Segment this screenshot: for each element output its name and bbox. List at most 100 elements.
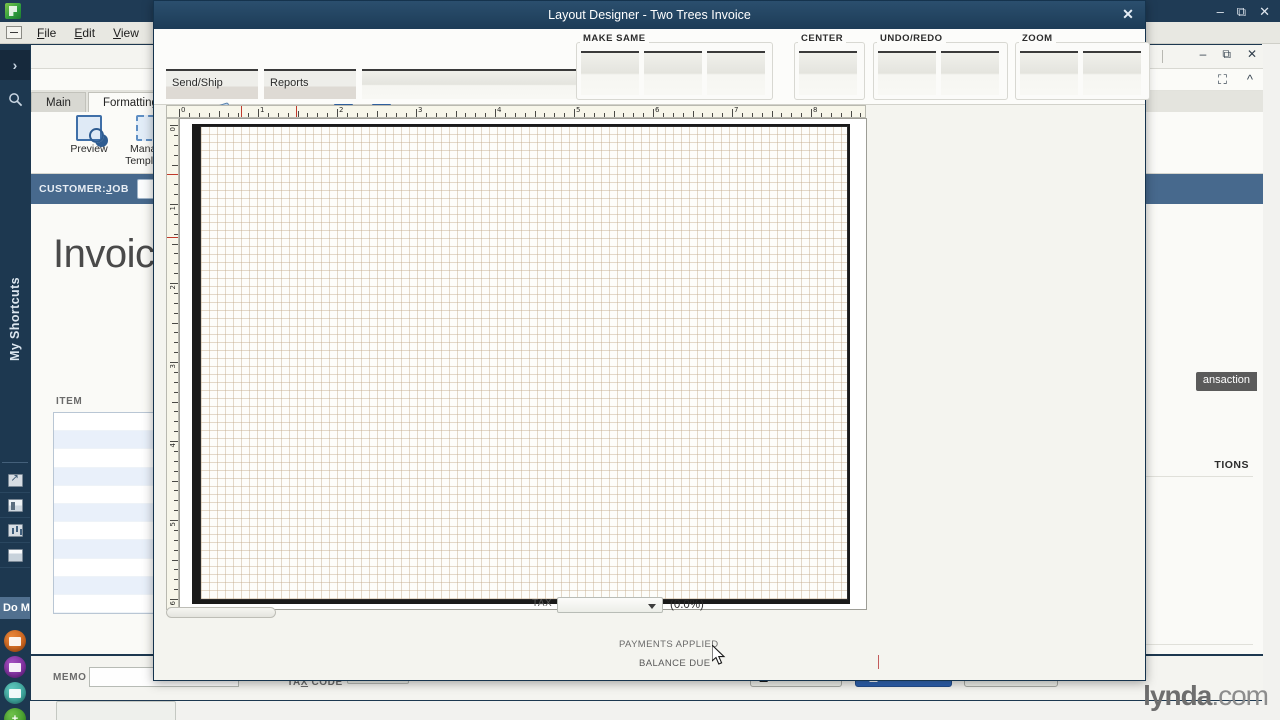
undo-redo-group: UNDO/REDO xyxy=(873,33,1008,100)
rail-item-list-icon[interactable] xyxy=(0,493,30,518)
system-menu-icon[interactable] xyxy=(6,26,22,39)
ruler-tick xyxy=(179,109,180,117)
toolbar-cell-4[interactable] xyxy=(407,69,499,99)
do-more-shortcuts[interactable]: + $ xyxy=(0,626,30,720)
chevron-up-icon[interactable]: ^ xyxy=(1247,72,1253,87)
ruler-tick xyxy=(188,113,190,117)
ruler-number: 0 xyxy=(181,106,186,114)
restore-icon[interactable]: ⧉ xyxy=(1222,47,1231,62)
ruler-tick xyxy=(170,362,178,363)
ruler-tick xyxy=(544,113,546,117)
ruler-tick xyxy=(277,113,279,117)
close-icon[interactable]: ✕ xyxy=(1119,5,1137,23)
ruler-tick xyxy=(682,113,684,117)
ruler-tick xyxy=(593,113,595,117)
make-same-group: MAKE SAME xyxy=(576,33,773,100)
expand-icon[interactable]: ⛶ xyxy=(1218,72,1227,88)
undo-button[interactable] xyxy=(878,51,936,95)
make-same-width-button[interactable] xyxy=(581,51,639,95)
page-surface[interactable] xyxy=(200,126,848,600)
rail-icon-group[interactable] xyxy=(0,468,30,568)
ruler-number: 5 xyxy=(576,106,581,114)
payments-icon[interactable] xyxy=(4,656,26,678)
ruler-tick xyxy=(174,273,178,275)
ruler-tick xyxy=(840,113,842,117)
ruler-number: 4 xyxy=(169,443,177,448)
ruler-tick xyxy=(174,213,178,215)
toolbar-cell-5[interactable] xyxy=(487,69,579,99)
ruler-tick xyxy=(258,109,259,117)
ruler-tick xyxy=(406,113,408,117)
rail-item-home-icon[interactable] xyxy=(0,468,30,493)
my-shortcuts-label[interactable]: My Shortcuts xyxy=(0,224,30,414)
ruler-tick xyxy=(524,113,526,117)
ruler-tick xyxy=(174,470,178,472)
menu-item-file[interactable]: File xyxy=(28,26,65,40)
preview-magnifier-icon xyxy=(76,115,104,143)
ruler-tick xyxy=(228,113,230,117)
tax-dropdown[interactable] xyxy=(557,597,663,613)
ruler-tick xyxy=(174,381,178,383)
ruler-tick xyxy=(820,113,822,117)
invoice-window-controls[interactable]: – ⧉ ✕ xyxy=(1200,47,1257,62)
close-icon[interactable]: ✕ xyxy=(1247,47,1257,62)
search-icon[interactable] xyxy=(0,84,30,114)
rail-divider xyxy=(2,462,28,463)
add-icon[interactable]: + xyxy=(4,708,26,720)
ruler-number: 6 xyxy=(169,601,177,606)
customer-message-input[interactable] xyxy=(56,701,176,720)
restore-icon[interactable]: ⧉ xyxy=(1237,5,1246,18)
ruler-tick xyxy=(172,164,178,166)
screen-root: – ⧉ ✕ File Edit View Lists › My Shortcut… xyxy=(0,0,1280,720)
toolbar-tab-send-ship[interactable]: Send/Ship xyxy=(166,69,258,99)
make-same-height-button[interactable] xyxy=(644,51,702,95)
ruler-tick xyxy=(218,111,220,117)
ruler-tick xyxy=(174,490,178,492)
ruler-tick xyxy=(346,113,348,117)
ruler-tick xyxy=(174,529,178,531)
menu-item-edit[interactable]: Edit xyxy=(65,26,104,40)
ruler-tick xyxy=(801,113,803,117)
ruler-tick xyxy=(174,312,178,314)
ruler-tick xyxy=(174,421,178,423)
horizontal-scrollbar[interactable] xyxy=(166,607,276,618)
close-icon[interactable]: ✕ xyxy=(1259,5,1270,18)
transaction-tooltip: ansaction xyxy=(1195,372,1257,391)
ruler-tick xyxy=(174,579,178,581)
minimize-icon[interactable]: – xyxy=(1217,5,1224,18)
ruler-tick xyxy=(495,109,496,117)
ruler-tick xyxy=(435,113,437,117)
minimize-icon[interactable]: – xyxy=(1200,47,1207,62)
ruler-number: 8 xyxy=(813,106,818,114)
divider xyxy=(1162,50,1163,63)
rail-item-chart-icon[interactable] xyxy=(0,518,30,543)
toolbar-tab-reports[interactable]: Reports xyxy=(264,69,356,99)
customers-icon[interactable] xyxy=(4,630,26,652)
ruler-tick xyxy=(781,113,783,117)
rail-expand-button[interactable]: › xyxy=(0,50,30,80)
tab-main[interactable]: Main xyxy=(31,92,86,112)
ruler-tick xyxy=(174,134,178,136)
preview-button[interactable]: Preview xyxy=(59,115,119,155)
ruler-tick xyxy=(170,520,178,521)
make-same-both-button[interactable] xyxy=(707,51,765,95)
page-shadow xyxy=(192,124,850,604)
design-canvas[interactable] xyxy=(179,118,867,610)
ruler-tick xyxy=(356,113,358,117)
zoom-in-button[interactable] xyxy=(1020,51,1078,95)
ruler-tick xyxy=(174,411,178,413)
ruler-tick xyxy=(653,109,654,117)
app-window-controls[interactable]: – ⧉ ✕ xyxy=(1217,0,1276,22)
do-more-header[interactable]: Do M xyxy=(0,597,30,619)
item-column-header: ITEM xyxy=(56,396,83,407)
ruler-tick xyxy=(732,109,733,117)
print-icon[interactable] xyxy=(4,682,26,704)
rail-item-window-icon[interactable] xyxy=(0,543,30,568)
menu-item-view[interactable]: View xyxy=(104,26,148,40)
ruler-tick xyxy=(174,569,178,571)
ruler-tick xyxy=(712,113,714,117)
zoom-out-button[interactable] xyxy=(1083,51,1141,95)
redo-button[interactable] xyxy=(941,51,999,95)
memo-label: MEMO xyxy=(53,672,87,683)
center-button[interactable] xyxy=(799,51,857,95)
